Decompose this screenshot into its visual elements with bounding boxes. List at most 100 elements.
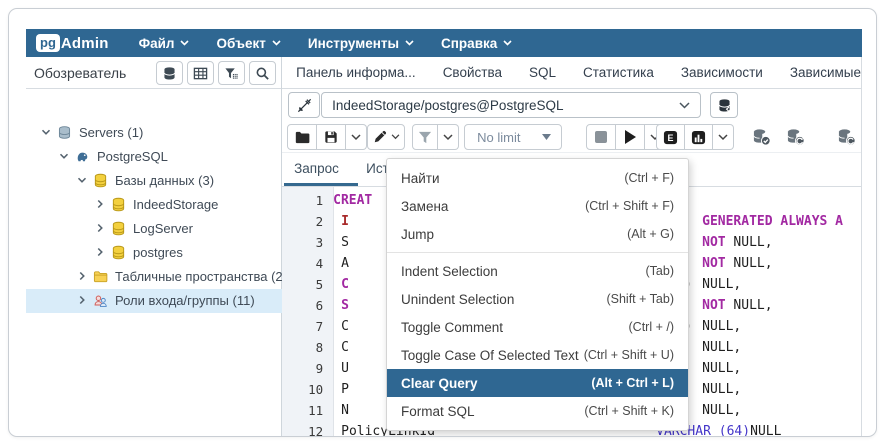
chevron-right-icon[interactable] [75,269,91,285]
menu-item-unindent-selection[interactable]: Unindent Selection (Shift + Tab) [387,285,688,313]
tab-statistics[interactable]: Статистика [583,65,654,80]
row-limit-value: No limit [477,130,520,145]
menu-object[interactable]: Объект [216,36,280,51]
menu-item-indent-selection[interactable]: Indent Selection (Tab) [387,257,688,285]
tab-dependents[interactable]: Зависимые [790,65,861,80]
chevron-down-icon[interactable] [75,173,91,189]
menu-item-toggle-case[interactable]: Toggle Case Of Selected Text (Ctrl + Shi… [387,341,688,369]
tab-properties[interactable]: Свойства [443,65,502,80]
save-options-button[interactable] [346,124,367,150]
database-arrow-icon [837,128,856,146]
search-button[interactable] [249,61,276,85]
chevron-right-icon[interactable] [93,197,109,213]
macro-button[interactable] [832,124,860,150]
explain-analyze-button[interactable] [685,124,713,150]
pgadmin-window: pg Admin Файл Объект Инструменты Справка… [8,8,877,437]
database-icon [111,197,127,213]
tab-query[interactable]: Запрос [294,161,339,176]
filter-button-group [412,124,459,150]
active-tab-underline [284,183,358,186]
filter-button[interactable] [218,61,245,85]
explain-button[interactable]: E [656,124,685,150]
main-tab-bar: Панель информа... Свойства SQL Статистик… [282,57,861,89]
filter-button[interactable] [412,124,438,150]
filter-icon [418,131,432,144]
postgresql-elephant-icon [75,149,91,165]
menu-item-jump[interactable]: Jump (Alt + G) [387,220,688,248]
server-icon [57,125,73,141]
chevron-right-icon[interactable] [75,293,91,309]
commit-button[interactable] [747,124,775,150]
menu-tools[interactable]: Инструменты [308,36,414,51]
new-connection-button[interactable] [710,92,738,118]
grid-icon [193,66,208,81]
grid-button[interactable] [187,61,214,85]
tab-sql[interactable]: SQL [529,65,556,80]
menu-item-replace[interactable]: Замена (Ctrl + Shift + F) [387,192,688,220]
edit-menu-button[interactable] [367,124,405,150]
menu-item-toggle-comment[interactable]: Toggle Comment (Ctrl + /) [387,313,688,341]
database-icon [93,173,109,189]
save-icon [324,130,338,144]
open-file-button[interactable] [287,124,317,150]
caret-down-icon [542,134,551,140]
query-toolbar: No limit E [282,122,861,153]
chevron-down-icon[interactable] [39,125,55,141]
tree-item-servers[interactable]: Servers (1) [26,121,289,145]
file-button-group [287,124,367,150]
menu-item-format-sql[interactable]: Format SQL (Ctrl + Shift + K) [387,397,688,425]
menu-item-clear-query[interactable]: Clear Query (Alt + Ctrl + L) [387,369,688,397]
explain-analyze-icon [691,130,706,145]
chevron-down-icon [718,134,728,141]
chevron-down-icon [351,134,361,141]
tree-item-databases[interactable]: Базы данных (3) [26,169,289,193]
save-button[interactable] [317,124,346,150]
tree-item-logserver[interactable]: LogServer [26,217,289,241]
chevron-down-icon [443,134,453,141]
tree-item-indeedstorage[interactable]: IndeedStorage [26,193,289,217]
connection-status-button[interactable] [288,92,320,118]
chevron-down-icon [503,40,512,46]
menu-file[interactable]: Файл [139,36,190,51]
database-icon [111,245,127,261]
edit-button-group [367,124,405,150]
rollback-icon [786,128,805,146]
tree-item-postgres-db[interactable]: postgres [26,241,289,265]
database-button[interactable] [156,61,183,85]
screenshot-root: pg Admin Файл Объект Инструменты Справка… [0,0,886,446]
execute-button[interactable] [616,124,645,150]
connection-value: IndeedStorage/postgres@PostgreSQL [332,98,563,113]
explain-options-button[interactable] [713,124,734,150]
roles-icon [93,293,109,309]
tab-dashboard[interactable]: Панель информа... [296,65,416,80]
explain-button-group: E [656,124,734,150]
chevron-down-icon[interactable] [57,149,73,165]
stop-icon [595,131,607,143]
connection-plug-icon [296,97,313,114]
menu-item-find[interactable]: Найти (Ctrl + F) [387,164,688,192]
row-limit-select[interactable]: No limit [464,124,562,150]
execute-button-group [586,124,666,150]
logo-admin-text: Admin [61,35,109,52]
tree-item-login-group-roles[interactable]: Роли входа/группы (11) [26,289,289,313]
chevron-down-icon [180,40,189,46]
explain-icon: E [663,130,678,145]
logo-pg-badge: pg [36,34,60,52]
connection-selector[interactable]: IndeedStorage/postgres@PostgreSQL [321,92,701,118]
chevron-right-icon[interactable] [93,221,109,237]
play-icon [624,130,636,144]
filter-options-button[interactable] [438,124,459,150]
menu-separator [387,252,688,253]
rollback-button[interactable] [781,124,809,150]
tree-item-tablespaces[interactable]: Табличные пространства (2) [26,265,289,289]
menu-help[interactable]: Справка [441,36,512,51]
chevron-down-icon [272,40,281,46]
tab-dependencies[interactable]: Зависимости [681,65,763,80]
stop-button[interactable] [586,124,616,150]
tree-item-postgresql-server[interactable]: PostgreSQL [26,145,289,169]
svg-text:E: E [668,132,674,142]
new-connection-icon [717,98,732,113]
chevron-right-icon[interactable] [93,245,109,261]
edit-dropdown-menu: Найти (Ctrl + F) Замена (Ctrl + Shift + … [386,158,689,431]
menu-bar: pg Admin Файл Объект Инструменты Справка [26,29,862,57]
